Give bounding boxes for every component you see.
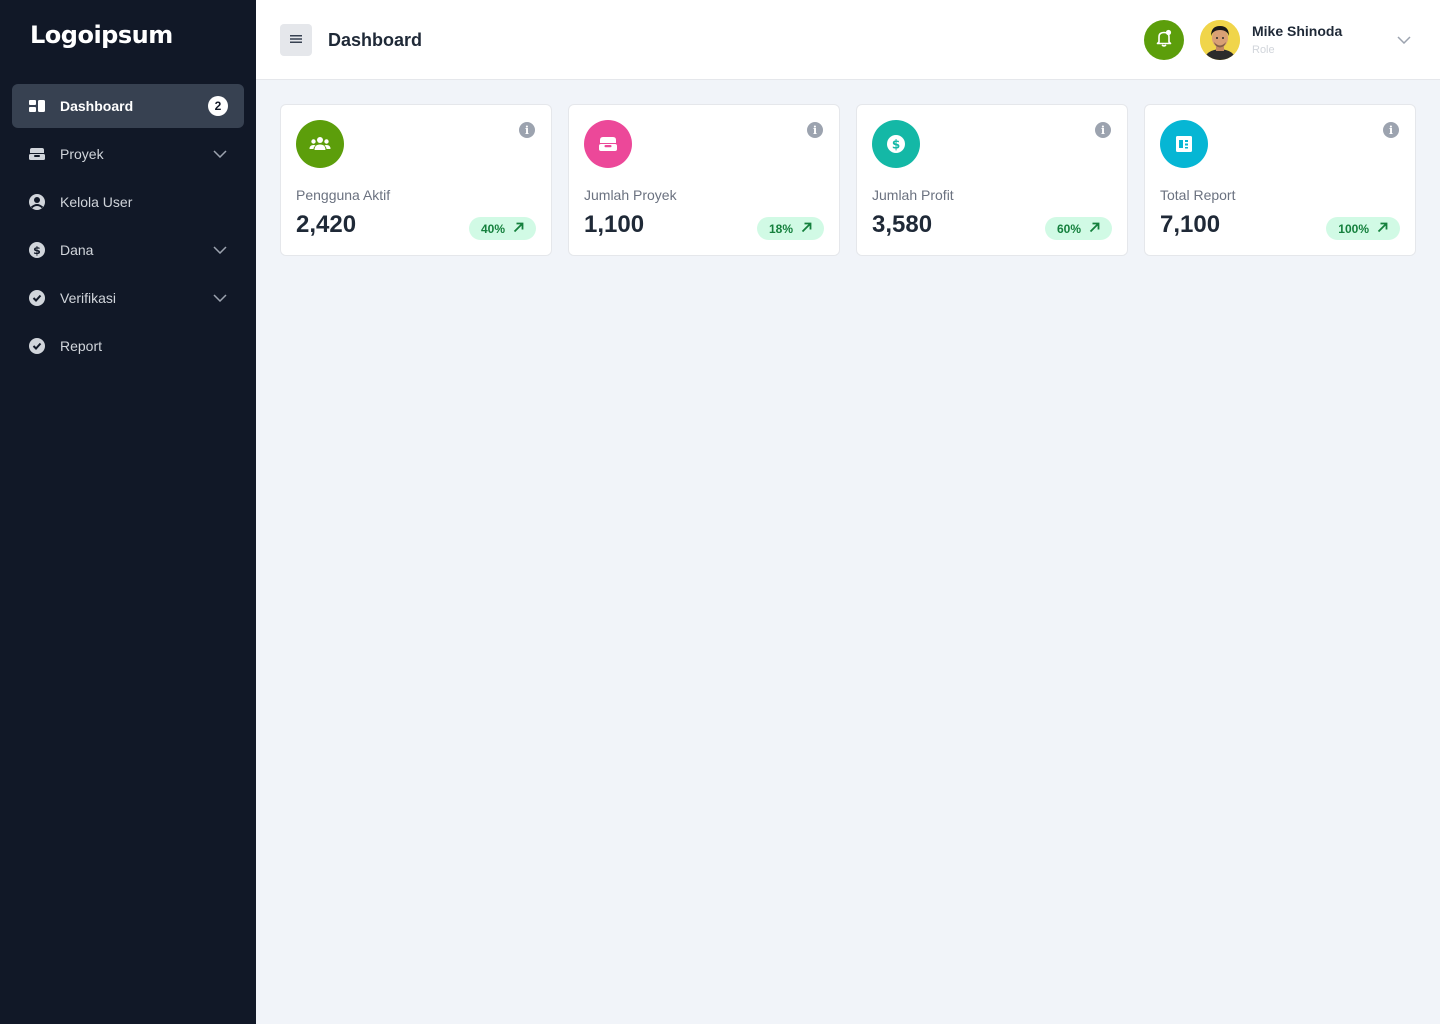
- arrow-up-right-icon: [1377, 222, 1388, 236]
- sidebar-item-label: Kelola User: [60, 194, 133, 210]
- sidebar-item-dana[interactable]: $ Dana: [12, 228, 244, 272]
- hamburger-icon: [290, 31, 302, 49]
- bell-icon: [1154, 28, 1174, 53]
- chevron-down-icon[interactable]: [212, 242, 228, 258]
- stat-card-jumlah-profit: $ i Jumlah Profit 3,580 60%: [856, 104, 1128, 256]
- info-icon[interactable]: i: [807, 122, 823, 138]
- sidebar-item-verifikasi[interactable]: Verifikasi: [12, 276, 244, 320]
- logo[interactable]: Logoipsum: [30, 20, 173, 50]
- chevron-down-icon[interactable]: [212, 290, 228, 306]
- growth-percent: 100%: [1338, 221, 1369, 236]
- avatar[interactable]: [1200, 20, 1240, 60]
- top-header: Dashboard Mike Shinoda Role: [256, 0, 1440, 80]
- stat-value: 2,420: [296, 211, 357, 238]
- sidebar: Logoipsum Dashboard 2 Proyek Kelola User: [0, 0, 256, 1024]
- user-circle-icon: [28, 193, 46, 211]
- arrow-up-right-icon: [513, 222, 524, 236]
- growth-percent: 40%: [480, 221, 505, 236]
- stat-label: Total Report: [1160, 187, 1236, 203]
- arrow-up-right-icon: [801, 222, 812, 236]
- stat-card-jumlah-proyek: i Jumlah Proyek 1,100 18%: [568, 104, 840, 256]
- chevron-down-icon[interactable]: [212, 146, 228, 162]
- growth-percent: 60%: [1056, 221, 1081, 236]
- sidebar-nav: Dashboard 2 Proyek Kelola User $ Dana Ve…: [12, 84, 244, 372]
- growth-percent: 18%: [768, 221, 793, 236]
- stat-card-total-report: i Total Report 7,100 100%: [1144, 104, 1416, 256]
- users-icon: [296, 120, 344, 168]
- sidebar-item-label: Dana: [60, 242, 94, 258]
- dollar-icon: $: [872, 120, 920, 168]
- info-icon[interactable]: i: [1383, 122, 1399, 138]
- check-circle-icon: [28, 337, 46, 355]
- stat-label: Jumlah Proyek: [584, 187, 677, 203]
- check-circle-icon: [28, 289, 46, 307]
- stat-card-pengguna-aktif: i Pengguna Aktif 2,420 40%: [280, 104, 552, 256]
- sidebar-item-dashboard[interactable]: Dashboard 2: [12, 84, 244, 128]
- stat-value: 3,580: [872, 211, 933, 238]
- arrow-up-right-icon: [1089, 222, 1100, 236]
- report-icon: [1160, 120, 1208, 168]
- svg-text:$: $: [33, 244, 41, 257]
- stats-cards: i Pengguna Aktif 2,420 40% i Jumlah Proy…: [280, 104, 1416, 256]
- svg-text:$: $: [892, 138, 900, 152]
- notification-button[interactable]: [1144, 20, 1184, 60]
- growth-badge: 40%: [468, 217, 536, 240]
- growth-badge: 100%: [1326, 217, 1400, 240]
- info-icon[interactable]: i: [1095, 122, 1111, 138]
- growth-badge: 18%: [756, 217, 824, 240]
- sidebar-item-label: Verifikasi: [60, 290, 117, 306]
- page-title: Dashboard: [328, 30, 423, 50]
- info-icon[interactable]: i: [519, 122, 535, 138]
- sidebar-item-proyek[interactable]: Proyek: [12, 132, 244, 176]
- menu-toggle-button[interactable]: [280, 24, 312, 56]
- stat-value: 1,100: [584, 211, 645, 238]
- user-name: Mike Shinoda: [1252, 23, 1343, 39]
- growth-badge: 60%: [1044, 217, 1112, 240]
- notification-count-badge: 2: [208, 96, 228, 116]
- stat-value: 7,100: [1160, 211, 1221, 238]
- dashboard-icon: [28, 97, 46, 115]
- sidebar-item-report[interactable]: Report: [12, 324, 244, 368]
- stat-label: Jumlah Profit: [872, 187, 954, 203]
- dollar-circle-icon: $: [28, 241, 46, 259]
- inbox-icon: [584, 120, 632, 168]
- chevron-down-icon[interactable]: [1396, 32, 1412, 48]
- sidebar-item-label: Proyek: [60, 146, 104, 162]
- inbox-icon: [28, 145, 46, 163]
- stat-label: Pengguna Aktif: [296, 187, 391, 203]
- sidebar-item-kelola-user[interactable]: Kelola User: [12, 180, 244, 224]
- sidebar-item-label: Report: [60, 338, 103, 354]
- user-role: Role: [1252, 44, 1275, 56]
- sidebar-item-label: Dashboard: [60, 98, 134, 114]
